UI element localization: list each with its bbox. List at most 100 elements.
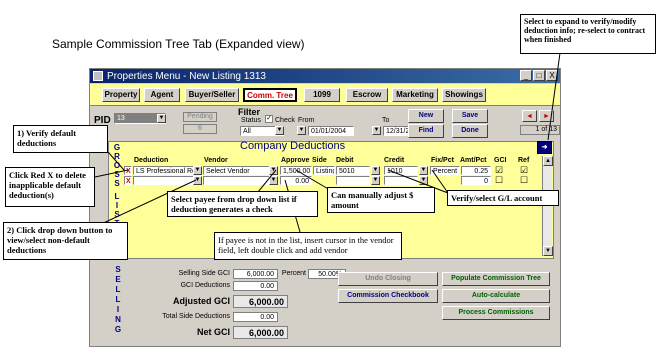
callout-payee: Select payee from drop down list if dedu… — [167, 191, 318, 217]
pid-dropdown-icon[interactable]: ▼ — [157, 114, 166, 123]
new-button[interactable]: New — [408, 109, 444, 123]
callout-vendor-note: If payee is not in the list, insert curs… — [214, 232, 402, 260]
filter-label: Filter — [238, 107, 261, 117]
callout-red-x: Click Red X to delete inapplicable defau… — [5, 167, 95, 207]
done-button[interactable]: Done — [452, 124, 488, 138]
to-label: To — [382, 117, 390, 124]
credit-field-1[interactable]: 1010 — [384, 166, 418, 175]
minimize-button[interactable]: _ — [520, 70, 532, 81]
adjusted-gci-value: 6,000.00 — [233, 295, 288, 308]
tab-property[interactable]: Property — [102, 88, 140, 102]
tab-comm-tree[interactable]: Comm. Tree — [243, 88, 297, 102]
pending-label: Pending — [183, 112, 217, 122]
amtpct-field-2[interactable]: 0 — [461, 176, 491, 185]
credit-field-2[interactable] — [384, 176, 418, 185]
col-approve: Approve — [281, 157, 310, 164]
expand-button[interactable]: ➜ — [537, 141, 552, 154]
deduction-field-2[interactable] — [133, 176, 195, 185]
credit-dropdown-2-icon[interactable]: ▼ — [419, 176, 428, 185]
window-controls: _ □ X — [520, 70, 558, 81]
deductions-scrollbar[interactable]: ▲ ▼ — [542, 156, 553, 256]
window-title: Properties Menu - New Listing 1313 — [107, 70, 266, 82]
vendor-field-2[interactable] — [203, 176, 271, 185]
col-amtpct: Amt/Pct — [460, 157, 487, 164]
to-date-dropdown-icon[interactable]: ▼ — [372, 126, 381, 135]
next-record-icon[interactable]: ► — [539, 110, 554, 122]
tab-marketing[interactable]: Marketing — [392, 88, 438, 102]
callout-manual: Can manually adjust $ amount — [327, 187, 435, 213]
prev-record-icon[interactable]: ◄ — [522, 110, 537, 122]
callout-verify-default: 1) Verify default deductions — [13, 125, 108, 153]
net-gci-label: Net GCI — [196, 327, 230, 337]
ref-checkbox-2[interactable]: ☐ — [520, 175, 528, 186]
col-side: Side — [312, 157, 327, 164]
pending-count: 6 — [183, 124, 217, 134]
undo-closing-button[interactable]: Undo Closing — [338, 272, 438, 286]
deduction-field-1[interactable]: LS Professional Ref — [133, 166, 195, 175]
debit-dropdown-2-icon[interactable]: ▼ — [371, 176, 380, 185]
adjusted-gci-label: Adjusted GCI — [172, 296, 230, 306]
tab-buyer-seller[interactable]: Buyer/Seller — [185, 88, 239, 102]
commission-checkbook-button[interactable]: Commission Checkbook — [338, 289, 438, 303]
selling-label: SELLING — [114, 265, 122, 334]
deduction-dropdown-2-icon[interactable]: ▼ — [193, 176, 202, 185]
amtpct-field-1[interactable]: 0.25 — [461, 166, 491, 175]
debit-field-1[interactable]: 5010 — [336, 166, 370, 175]
delete-row-2-icon[interactable]: X — [124, 176, 132, 185]
col-vendor: Vendor — [204, 157, 228, 164]
auto-calculate-button[interactable]: Auto-calculate — [442, 289, 550, 303]
from-date-field[interactable]: 01/01/2004 — [308, 126, 354, 136]
col-ref: Ref — [518, 157, 530, 164]
callout-gl: Verify/select G/L account — [447, 190, 559, 206]
from-label: From — [298, 117, 315, 124]
deductions-title: Company Deductions — [240, 140, 346, 152]
col-credit: Credit — [384, 157, 405, 164]
tab-escrow[interactable]: Escrow — [346, 88, 388, 102]
scroll-up-icon[interactable]: ▲ — [543, 156, 553, 166]
debit-field-2[interactable] — [336, 176, 370, 185]
side-field-1[interactable]: Listing — [313, 166, 335, 175]
maximize-button[interactable]: □ — [533, 70, 545, 81]
vendor-field-1[interactable]: Select Vendor — [203, 166, 271, 175]
close-button[interactable]: X — [546, 70, 558, 81]
status-label: Status — [241, 117, 261, 124]
properties-window: Properties Menu - New Listing 1313 _ □ X… — [89, 68, 561, 347]
find-button[interactable]: Find — [408, 124, 444, 138]
delete-row-1-icon[interactable]: X — [124, 166, 132, 175]
status-dropdown-icon[interactable]: ▼ — [275, 126, 284, 135]
tab-1099[interactable]: 1099 — [304, 88, 340, 102]
vendor-dropdown-2-icon[interactable]: ▼ — [269, 176, 278, 185]
credit-dropdown-1-icon[interactable]: ▼ — [419, 166, 428, 175]
check-checkbox[interactable]: ✓ — [265, 115, 273, 123]
check-label: Check — [275, 117, 295, 124]
deduction-dropdown-1-icon[interactable]: ▼ — [193, 166, 202, 175]
approve-field-1[interactable]: 1,500.00 — [280, 166, 312, 175]
selling-side-gci-label: Selling Side GCI — [178, 270, 230, 277]
scroll-down-icon[interactable]: ▼ — [543, 246, 553, 256]
callout-dropdown: 2) Click drop down button to view/select… — [3, 222, 128, 260]
process-commissions-button[interactable]: Process Commissions — [442, 306, 550, 320]
col-fixpct: Fix/Pct — [431, 157, 454, 164]
callout-expand: Select to expand to verify/modify deduct… — [520, 14, 656, 54]
vendor-dropdown-1-icon[interactable]: ▼ — [269, 166, 278, 175]
tab-agent[interactable]: Agent — [144, 88, 180, 102]
save-button[interactable]: Save — [452, 109, 488, 123]
gci-deductions-value: 0.00 — [233, 281, 278, 291]
gci-checkbox-2[interactable]: ☐ — [495, 175, 503, 186]
from-date-dropdown-icon[interactable]: ▼ — [297, 126, 306, 135]
gci-deductions-label: GCI Deductions — [180, 282, 230, 289]
col-deduction: Deduction — [134, 157, 169, 164]
debit-dropdown-1-icon[interactable]: ▼ — [371, 166, 380, 175]
fixpct-field-1[interactable]: Percent — [430, 166, 460, 175]
approve-field-2[interactable]: 0.00 — [280, 176, 312, 185]
tab-bar: Property Agent Buyer/Seller Comm. Tree 1… — [90, 84, 560, 106]
total-side-deductions-value: 0.00 — [233, 312, 278, 322]
tab-showings[interactable]: Showings — [442, 88, 486, 102]
col-gci: GCI — [494, 157, 507, 164]
net-gci-value: 6,000.00 — [233, 326, 288, 339]
app-icon — [93, 71, 103, 81]
col-debit: Debit — [336, 157, 354, 164]
record-counter: 1 of 13 — [520, 125, 560, 135]
populate-commission-tree-button[interactable]: Populate Commission Tree — [442, 272, 550, 286]
percent-label: Percent — [281, 270, 306, 277]
